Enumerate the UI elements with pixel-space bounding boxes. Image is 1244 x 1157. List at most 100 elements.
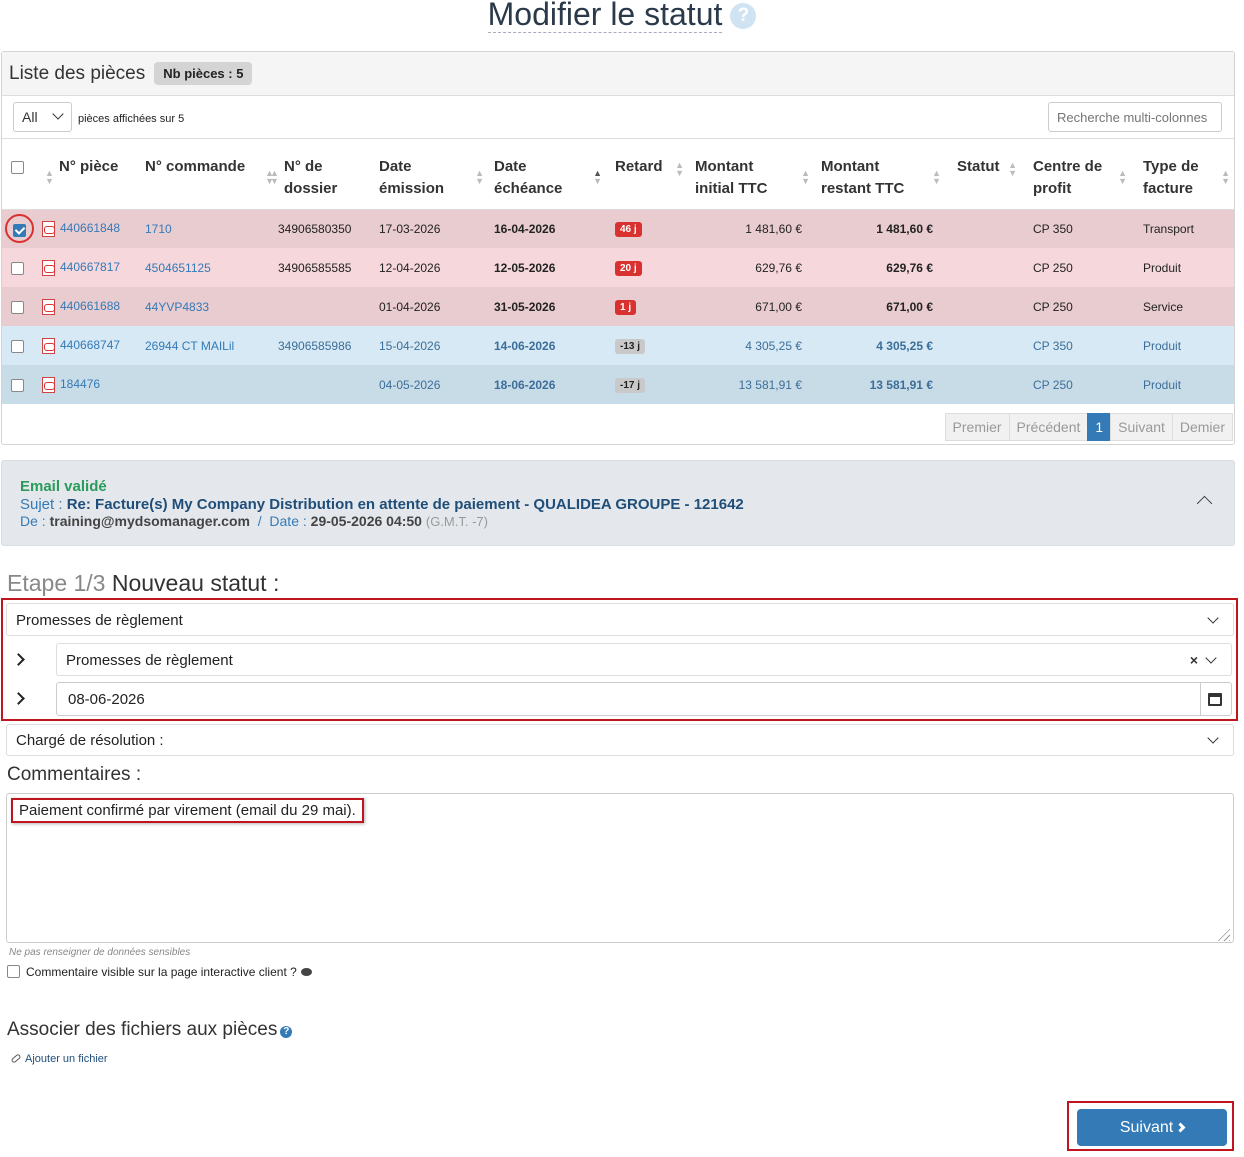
table-body: 440661848 1710 34906580350 17-03-2026 16… bbox=[2, 209, 1234, 404]
pager-first[interactable]: Premier bbox=[944, 413, 1010, 441]
dossier-cell: 34906585585 bbox=[278, 248, 373, 287]
remaining-amount-cell: 671,00 € bbox=[814, 287, 945, 326]
table-row[interactable]: 440667817 4504651125 34906585585 12-04-2… bbox=[2, 248, 1234, 287]
count-badge: Nb pièces : 5 bbox=[154, 62, 253, 85]
pdf-icon[interactable] bbox=[42, 376, 55, 393]
col-header-dossier[interactable]: ▲ ▼ N° de dossier bbox=[270, 139, 373, 210]
invoice-table: ▲ ▼ N° pièce N° commande ▲ ▼ ▲ ▼ N° de dossier… bbox=[2, 139, 1234, 404]
email-meta-line: De : training@mydsomanager.com / Date : … bbox=[20, 513, 488, 529]
page-title: Modifier le statut? bbox=[0, 0, 1244, 33]
initial-amount-cell: 4 305,25 € bbox=[688, 326, 814, 365]
sort-icon: ▲ ▼ bbox=[270, 168, 279, 186]
email-date: 29-05-2026 04:50 bbox=[310, 513, 422, 529]
due-date-cell: 14-06-2026 bbox=[488, 326, 606, 365]
row-checkbox[interactable] bbox=[11, 300, 24, 314]
col-header-retard[interactable]: Retard ▲ ▼ bbox=[606, 139, 688, 210]
emission-cell: 04-05-2026 bbox=[373, 365, 488, 404]
page-size-select[interactable]: All bbox=[13, 102, 72, 132]
table-row[interactable]: 184476 04-05-2026 18-06-2026 -17 j 13 58… bbox=[2, 365, 1234, 404]
owner-select[interactable]: Chargé de résolution : bbox=[6, 724, 1234, 756]
pager-previous[interactable]: Précédent bbox=[1008, 413, 1089, 441]
due-date-cell: 18-06-2026 bbox=[488, 365, 606, 404]
row-checkbox[interactable] bbox=[13, 223, 26, 237]
sort-icon: ▲ ▼ bbox=[1008, 160, 1017, 178]
col-header-montant-initial[interactable]: Montant initial TTC ▲ ▼ bbox=[688, 139, 814, 210]
status-cell bbox=[945, 209, 1021, 248]
pdf-icon[interactable] bbox=[42, 298, 55, 315]
table-row[interactable]: 440661848 1710 34906580350 17-03-2026 16… bbox=[2, 209, 1234, 248]
pager-next[interactable]: Suivant bbox=[1110, 413, 1173, 441]
invoice-type-cell: Produit bbox=[1131, 326, 1234, 365]
profit-center-cell: CP 250 bbox=[1021, 365, 1131, 404]
col-header-montant-restant[interactable]: Montant restant TTC ▲ ▼ bbox=[814, 139, 945, 210]
add-file-link[interactable]: Ajouter un fichier bbox=[10, 1053, 108, 1065]
col-header-emission[interactable]: Date émission ▲ ▼ bbox=[373, 139, 488, 210]
due-date-cell: 12-05-2026 bbox=[488, 248, 606, 287]
invoice-type-cell: Service bbox=[1131, 287, 1234, 326]
select-all-checkbox[interactable] bbox=[11, 160, 24, 174]
sort-icon: ▲ ▼ bbox=[1118, 168, 1127, 186]
col-header-centre[interactable]: Centre de profit ▲ ▼ bbox=[1021, 139, 1131, 210]
pager-last[interactable]: Demier bbox=[1171, 413, 1233, 441]
table-row[interactable]: 440668747 26944 CT MAILil 34906585986 15… bbox=[2, 326, 1234, 365]
table-row[interactable]: 440661688 44YVP4833 01-04-2026 31-05-202… bbox=[2, 287, 1234, 326]
sort-icon: ▲ ▼ bbox=[475, 168, 484, 186]
step-number: Etape 1/3 bbox=[7, 570, 106, 596]
order-link[interactable]: 44YVP4833 bbox=[145, 300, 209, 314]
delay-badge: 46 j bbox=[615, 221, 642, 237]
dossier-cell bbox=[278, 365, 373, 404]
order-link[interactable]: 4504651125 bbox=[145, 261, 211, 275]
piece-link[interactable]: 440667817 bbox=[60, 260, 120, 274]
chevron-down-icon bbox=[52, 108, 64, 120]
step-title: Nouveau statut : bbox=[111, 570, 280, 596]
sort-icon: ▲ ▼ bbox=[45, 168, 54, 186]
sensitive-data-hint: Ne pas renseigner de données sensibles bbox=[9, 947, 191, 958]
pdf-icon[interactable] bbox=[42, 337, 55, 354]
next-button[interactable]: Suivant bbox=[1077, 1109, 1227, 1146]
table-header-row: ▲ ▼ N° pièce N° commande ▲ ▼ ▲ ▼ N° de dossier… bbox=[2, 139, 1234, 210]
profit-center-cell: CP 250 bbox=[1021, 248, 1131, 287]
row-checkbox[interactable] bbox=[11, 339, 24, 353]
due-date-cell: 16-04-2026 bbox=[488, 209, 606, 248]
pdf-icon[interactable] bbox=[42, 259, 55, 276]
pagination: Premier Précédent 1 Suivant Demier bbox=[944, 413, 1233, 441]
visible-comment-checkbox[interactable] bbox=[7, 965, 20, 978]
sort-icon: ▲ ▼ bbox=[1221, 168, 1230, 186]
pager-page-1[interactable]: 1 bbox=[1087, 413, 1112, 441]
piece-link[interactable]: 184476 bbox=[60, 377, 100, 391]
pdf-icon[interactable] bbox=[42, 220, 55, 237]
piece-link[interactable]: 440668747 bbox=[60, 338, 120, 352]
help-icon[interactable]: ? bbox=[730, 3, 757, 29]
comment-text: Paiement confirmé par virement (email du… bbox=[11, 798, 364, 823]
panel-title: Liste des pièces bbox=[9, 62, 146, 84]
comments-label: Commentaires : bbox=[7, 764, 142, 785]
chat-bubble-icon bbox=[300, 968, 312, 976]
remaining-amount-cell: 13 581,91 € bbox=[814, 365, 945, 404]
col-header-statut[interactable]: Statut ▲ ▼ bbox=[945, 139, 1021, 210]
order-link[interactable]: 1710 bbox=[145, 222, 172, 236]
sort-ascending-icon: ▲ ▼ bbox=[593, 168, 602, 186]
help-icon[interactable]: ? bbox=[280, 1026, 293, 1038]
invoice-type-cell: Produit bbox=[1131, 365, 1234, 404]
row-checkbox[interactable] bbox=[11, 378, 24, 392]
piece-link[interactable]: 440661848 bbox=[60, 221, 120, 235]
order-link[interactable]: 26944 CT MAILil bbox=[145, 339, 234, 353]
dossier-cell: 34906580350 bbox=[278, 209, 373, 248]
col-header-commande[interactable]: N° commande ▲ ▼ bbox=[142, 139, 278, 210]
email-from: training@mydsomanager.com bbox=[49, 513, 250, 529]
step-heading: Etape 1/3 Nouveau statut : bbox=[7, 570, 279, 597]
invoice-list-panel: Liste des pièces Nb pièces : 5 All pièce… bbox=[1, 51, 1235, 445]
multi-column-search-input[interactable] bbox=[1048, 102, 1222, 132]
email-timezone: (G.M.T. -7) bbox=[425, 514, 488, 529]
col-header-echeance[interactable]: Date échéance ▲ ▼ bbox=[488, 139, 606, 210]
shown-count-text: pièces affichées sur 5 bbox=[78, 113, 185, 125]
col-header-type[interactable]: Type de facture ▲ ▼ bbox=[1131, 139, 1234, 210]
email-info-panel: Email validé Sujet : Re: Facture(s) My C… bbox=[1, 460, 1235, 546]
col-header-piece[interactable]: ▲ ▼ N° pièce bbox=[42, 139, 142, 210]
status-cell bbox=[945, 326, 1021, 365]
emission-cell: 12-04-2026 bbox=[373, 248, 488, 287]
row-checkbox[interactable] bbox=[11, 261, 24, 275]
profit-center-cell: CP 250 bbox=[1021, 287, 1131, 326]
initial-amount-cell: 1 481,60 € bbox=[688, 209, 814, 248]
piece-link[interactable]: 440661688 bbox=[60, 299, 120, 313]
